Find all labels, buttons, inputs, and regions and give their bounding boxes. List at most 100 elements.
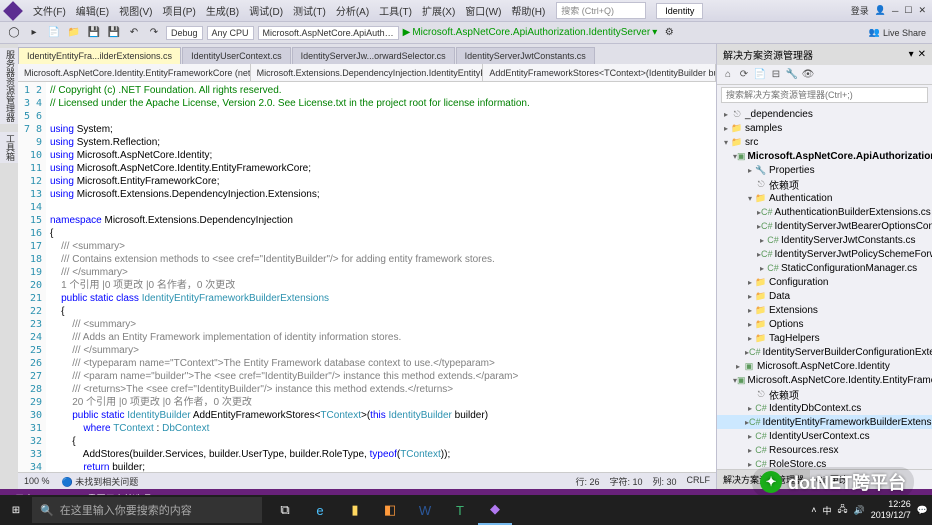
back-icon[interactable]: ◯ (6, 25, 22, 41)
server-explorer-tab[interactable]: 服务器资源管理器 (0, 48, 18, 124)
network-icon[interactable]: 🖧 (837, 502, 847, 518)
tree-item[interactable]: ▾📁Authentication (717, 191, 932, 205)
tree-item[interactable]: ⎋依赖项 (717, 387, 932, 401)
forward-icon[interactable]: ▸ (26, 25, 42, 41)
expand-icon[interactable]: ▸ (721, 124, 731, 133)
edge-icon[interactable]: e (303, 495, 337, 525)
minimize-icon[interactable]: ─ (892, 6, 898, 16)
document-tab[interactable]: IdentityUserContext.cs (182, 47, 291, 64)
expand-icon[interactable]: ▸ (745, 460, 755, 469)
menu-项目(P)[interactable]: 项目(P) (157, 5, 200, 20)
menu-工具(T)[interactable]: 工具(T) (374, 5, 417, 20)
tool-icon[interactable]: ⚙ (661, 25, 677, 41)
undo-icon[interactable]: ↶ (126, 25, 142, 41)
expand-icon[interactable]: ▸ (721, 110, 731, 119)
sync-icon[interactable]: ⟳ (737, 68, 751, 82)
document-tab[interactable]: IdentityServerJwtConstants.cs (456, 47, 595, 64)
close-icon[interactable]: ✕ (918, 5, 926, 16)
show-all-icon[interactable]: 📄 (753, 68, 767, 82)
search-input[interactable]: 搜索 (Ctrl+Q) (556, 2, 646, 19)
menu-生成(B)[interactable]: 生成(B) (201, 5, 244, 20)
expand-icon[interactable]: ▾ (721, 138, 731, 147)
ime-icon[interactable]: 中 (822, 504, 831, 517)
expand-icon[interactable]: ▸ (745, 166, 755, 175)
task-view-icon[interactable]: ⧉ (268, 495, 302, 525)
tree-item[interactable]: ▾▣Microsoft.AspNetCore.Identity.EntityFr… (717, 373, 932, 387)
nav-dropdown[interactable]: Microsoft.Extensions.DependencyInjection… (251, 64, 484, 81)
start-button[interactable]: ⊞ (0, 495, 32, 525)
explorer-icon[interactable]: ▮ (338, 495, 372, 525)
pin-icon[interactable]: ▾ (909, 49, 914, 60)
document-tab[interactable]: IdentityEntityFra...ilderExtensions.cs (18, 47, 181, 64)
clock[interactable]: 12:26 2019/12/7 (871, 499, 911, 521)
tree-item[interactable]: ▸▣Microsoft.AspNetCore.Identity (717, 359, 932, 373)
tree-item[interactable]: ⎋依赖项 (717, 177, 932, 191)
tree-item[interactable]: ▸📁samples (717, 121, 932, 135)
menu-调试(D)[interactable]: 调试(D) (244, 5, 288, 20)
solution-search-input[interactable] (721, 87, 928, 103)
code-editor[interactable]: // Copyright (c) .NET Foundation. All ri… (46, 82, 716, 472)
menu-测试(T)[interactable]: 测试(T) (288, 5, 331, 20)
taskbar-search[interactable]: 🔍 在这里输入你要搜索的内容 (32, 497, 262, 523)
tree-item[interactable]: ▾▣Microsoft.AspNetCore.ApiAuthorization.… (717, 149, 932, 163)
toolbox-tab[interactable]: 工具箱 (0, 132, 18, 163)
tree-item[interactable]: ▸C#IdentityEntityFrameworkBuilderExtensi… (717, 415, 932, 429)
preview-icon[interactable]: 👁 (801, 68, 815, 82)
open-icon[interactable]: 📁 (66, 25, 82, 41)
tree-item[interactable]: ▸📁Configuration (717, 275, 932, 289)
menu-分析(A)[interactable]: 分析(A) (331, 5, 374, 20)
tree-item[interactable]: ▸C#IdentityServerJwtBearerOptionsConfig (717, 219, 932, 233)
tree-item[interactable]: ▸⎋_dependencies (717, 107, 932, 121)
signin-link[interactable]: 登录 (851, 4, 869, 17)
redo-icon[interactable]: ↷ (146, 25, 162, 41)
manage-accounts-icon[interactable]: 👤 (875, 5, 886, 16)
nav-dropdown[interactable]: AddEntityFrameworkStores<TContext>(Ident… (483, 64, 716, 81)
expand-icon[interactable]: ▸ (745, 320, 755, 329)
collapse-icon[interactable]: ⊟ (769, 68, 783, 82)
word-icon[interactable]: W (408, 495, 442, 525)
menu-帮助(H)[interactable]: 帮助(H) (506, 5, 550, 20)
menu-扩展(X)[interactable]: 扩展(X) (417, 5, 460, 20)
tree-item[interactable]: ▸📁Options (717, 317, 932, 331)
expand-icon[interactable]: ▸ (745, 432, 755, 441)
solution-tree[interactable]: ▸⎋_dependencies▸📁samples▾📁src▾▣Microsoft… (717, 105, 932, 469)
tree-item[interactable]: ▸📁TagHelpers (717, 331, 932, 345)
issues-indicator[interactable]: 🔵 未找到相关问题 (62, 475, 139, 488)
tray-chevron-icon[interactable]: ˄ (811, 505, 816, 515)
expand-icon[interactable]: ▾ (745, 194, 755, 203)
menu-编辑(E)[interactable]: 编辑(E) (71, 5, 114, 20)
notification-icon[interactable]: 💬 (917, 505, 928, 516)
menu-视图(V)[interactable]: 视图(V) (114, 5, 157, 20)
zoom-level[interactable]: 100 % (24, 476, 50, 486)
tree-item[interactable]: ▸C#AuthenticationBuilderExtensions.cs (717, 205, 932, 219)
document-tab[interactable]: IdentityServerJw...orwardSelector.cs (292, 47, 455, 64)
expand-icon[interactable]: ▸ (745, 306, 755, 315)
solution-name-button[interactable]: Identity (656, 3, 703, 19)
liveshare-button[interactable]: 👥 Live Share (869, 27, 926, 38)
new-file-icon[interactable]: 📄 (46, 25, 62, 41)
app-icon[interactable]: ◧ (373, 495, 407, 525)
tree-item[interactable]: ▸🔧Properties (717, 163, 932, 177)
maximize-icon[interactable]: ☐ (904, 5, 912, 16)
menu-文件(F)[interactable]: 文件(F) (28, 5, 71, 20)
expand-icon[interactable]: ▸ (757, 236, 767, 245)
tree-item[interactable]: ▸C#IdentityServerBuilderConfigurationExt… (717, 345, 932, 359)
tree-item[interactable]: ▸📁Data (717, 289, 932, 303)
tree-item[interactable]: ▸📁Extensions (717, 303, 932, 317)
expand-icon[interactable]: ▸ (733, 362, 743, 371)
startup-dropdown[interactable]: Microsoft.AspNetCore.ApiAuth… (258, 26, 399, 40)
config-dropdown[interactable]: Debug (166, 26, 203, 40)
eol-indicator[interactable]: CRLF (686, 475, 710, 488)
expand-icon[interactable]: ▸ (745, 446, 755, 455)
volume-icon[interactable]: 🔊 (854, 505, 865, 516)
expand-icon[interactable]: ▸ (745, 404, 755, 413)
home-icon[interactable]: ⌂ (721, 68, 735, 82)
save-all-icon[interactable]: 💾 (106, 25, 122, 41)
tree-item[interactable]: ▾📁src (717, 135, 932, 149)
tree-item[interactable]: ▸C#IdentityUserContext.cs (717, 429, 932, 443)
save-icon[interactable]: 💾 (86, 25, 102, 41)
expand-icon[interactable]: ▸ (745, 334, 755, 343)
expand-icon[interactable]: ▸ (745, 278, 755, 287)
tree-item[interactable]: ▸C#StaticConfigurationManager.cs (717, 261, 932, 275)
nav-dropdown[interactable]: Microsoft.AspNetCore.Identity.EntityFram… (18, 64, 251, 81)
